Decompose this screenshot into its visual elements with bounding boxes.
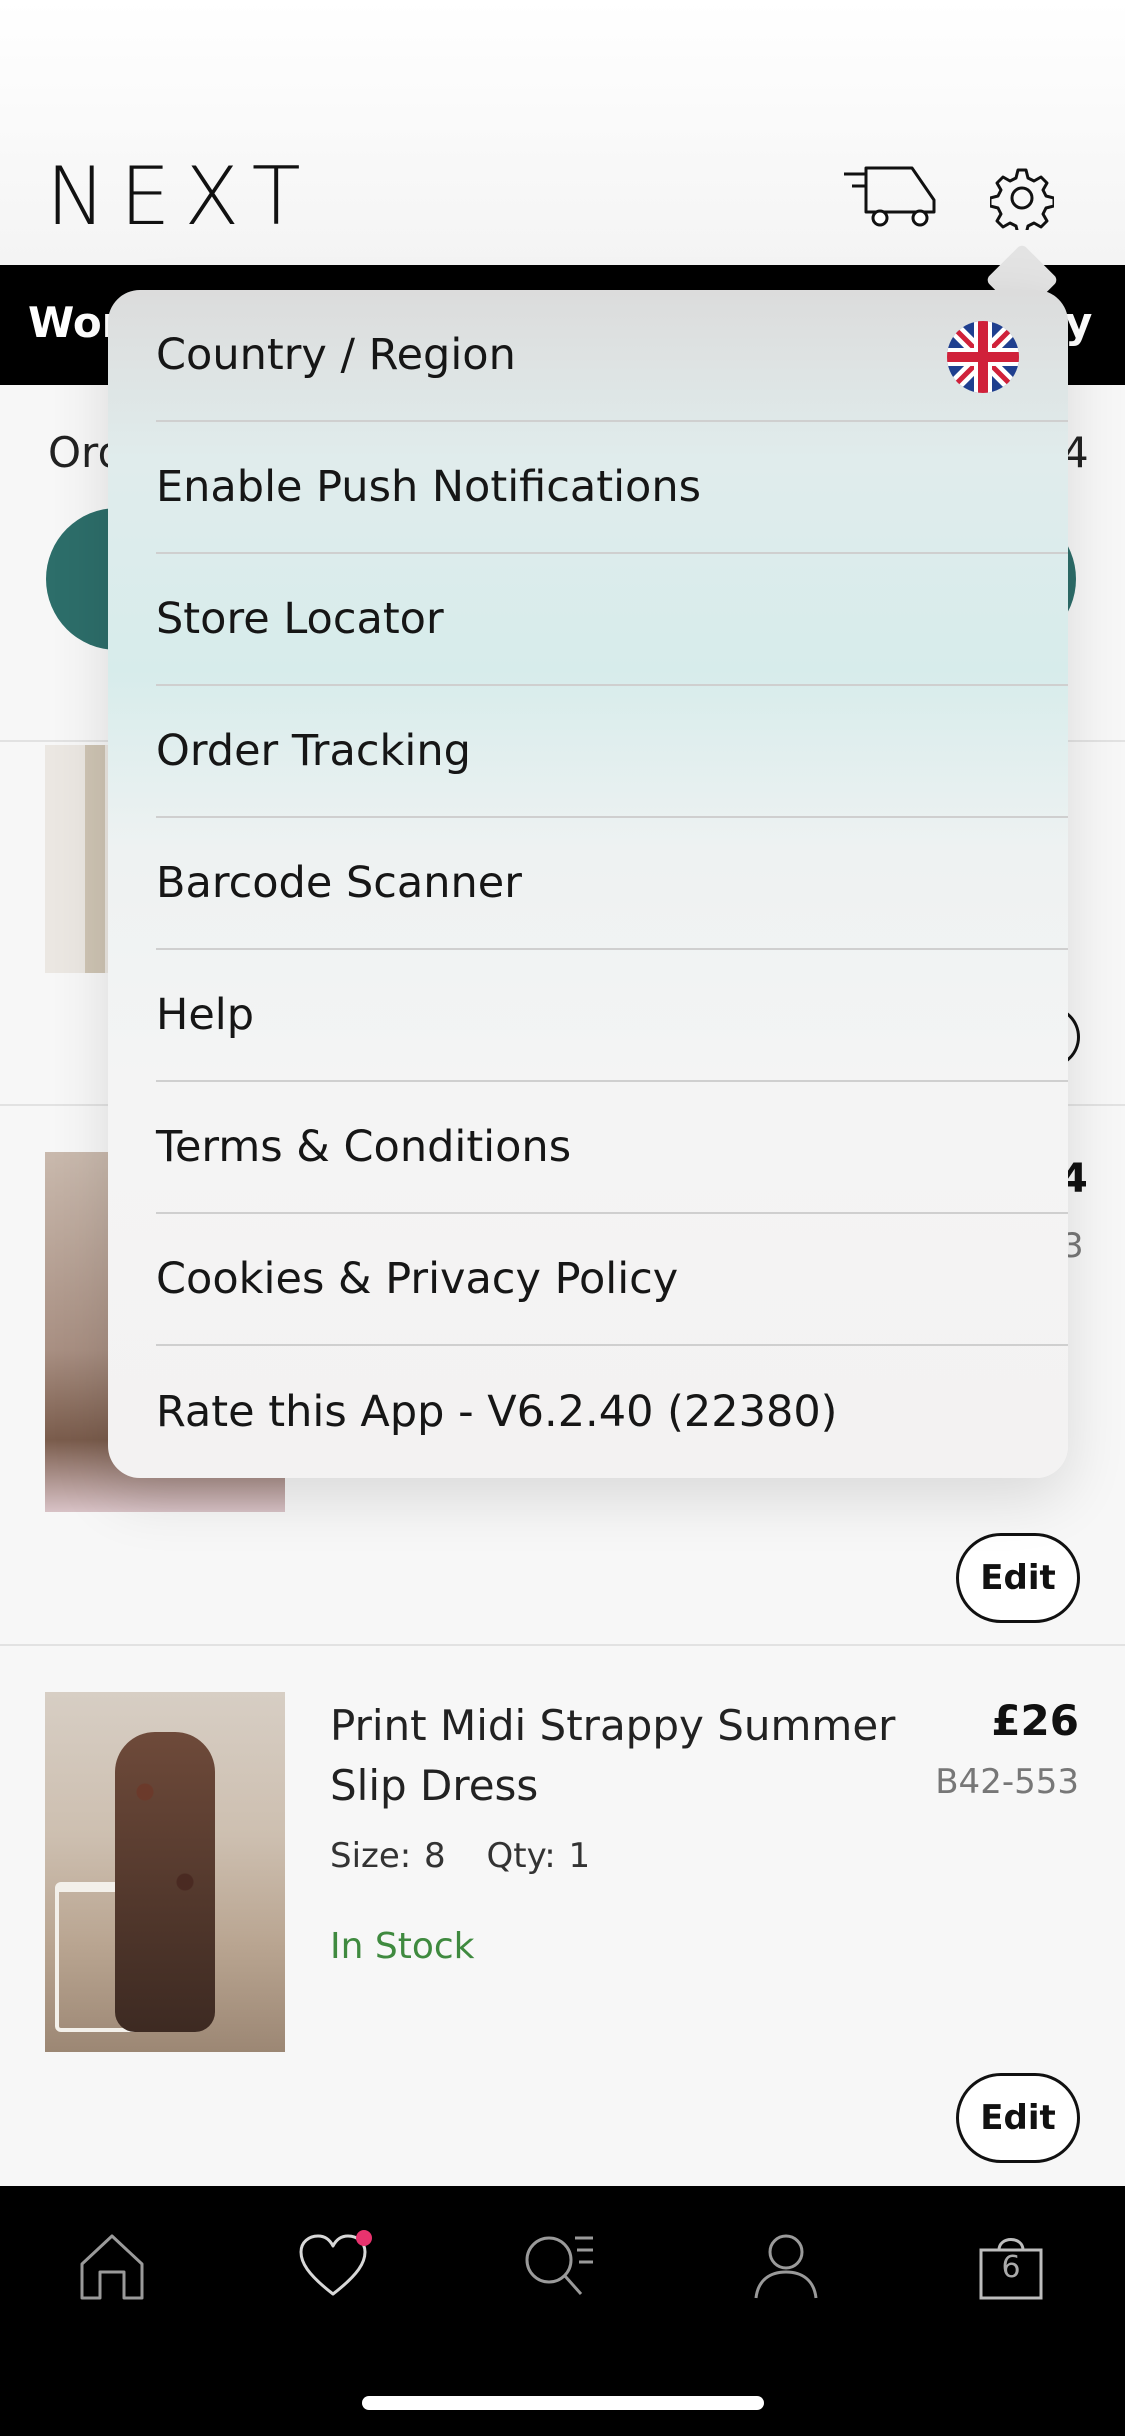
menu-item-order-tracking[interactable]: Order Tracking — [156, 686, 1068, 818]
gear-icon[interactable] — [990, 166, 1054, 230]
search-icon[interactable] — [523, 2230, 595, 2302]
menu-item-label: Barcode Scanner — [156, 858, 522, 908]
menu-item-label: Country / Region — [156, 330, 516, 380]
stock-status: In Stock — [330, 1926, 475, 1967]
app-header: NEXT — [0, 0, 1125, 265]
menu-item-label: Help — [156, 990, 255, 1040]
menu-item-label: Terms & Conditions — [156, 1122, 572, 1172]
product-size-qty: Size: 8 Qty: 1 — [330, 1836, 590, 1876]
menu-item-cookies-privacy[interactable]: Cookies & Privacy Policy — [156, 1214, 1068, 1346]
edit-button[interactable]: Edit — [956, 2073, 1080, 2163]
menu-item-country-region[interactable]: Country / Region — [156, 290, 1068, 422]
product-qty: Qty: 1 — [486, 1836, 591, 1876]
menu-item-terms-conditions[interactable]: Terms & Conditions — [156, 1082, 1068, 1214]
menu-item-label: Rate this App - V6.2.40 (22380) — [156, 1387, 838, 1437]
uk-flag-icon — [947, 321, 1019, 393]
menu-item-label: Order Tracking — [156, 726, 471, 776]
favourites-badge — [356, 2230, 372, 2246]
category-tab-partial[interactable]: y — [1065, 298, 1092, 347]
home-indicator — [362, 2396, 764, 2410]
settings-menu: Country / Region Enable Push Notificatio… — [108, 290, 1068, 1478]
product-code: B42-553 — [935, 1762, 1079, 1802]
home-icon[interactable] — [76, 2230, 148, 2302]
delivery-truck-icon[interactable] — [842, 160, 938, 232]
edit-button[interactable]: Edit — [956, 1533, 1080, 1623]
menu-item-barcode-scanner[interactable]: Barcode Scanner — [156, 818, 1068, 950]
menu-item-label: Store Locator — [156, 594, 444, 644]
next-logo[interactable]: NEXT — [46, 150, 315, 243]
menu-item-label: Enable Push Notifications — [156, 462, 702, 512]
product-price: £26 — [991, 1696, 1079, 1745]
product-image[interactable] — [45, 1692, 285, 2052]
product-name[interactable]: Print Midi Strappy Summer Slip Dress — [330, 1696, 930, 1816]
divider — [0, 1644, 1125, 1646]
menu-item-rate-app[interactable]: Rate this App - V6.2.40 (22380) — [156, 1346, 1068, 1478]
menu-item-store-locator[interactable]: Store Locator — [156, 554, 1068, 686]
account-icon[interactable] — [750, 2230, 822, 2302]
menu-item-help[interactable]: Help — [156, 950, 1068, 1082]
menu-item-push-notifications[interactable]: Enable Push Notifications — [156, 422, 1068, 554]
bag-count-badge: 6 — [1001, 2250, 1021, 2285]
dress-shape — [115, 1732, 215, 2032]
product-size: Size: 8 — [330, 1836, 446, 1876]
menu-item-label: Cookies & Privacy Policy — [156, 1254, 679, 1304]
